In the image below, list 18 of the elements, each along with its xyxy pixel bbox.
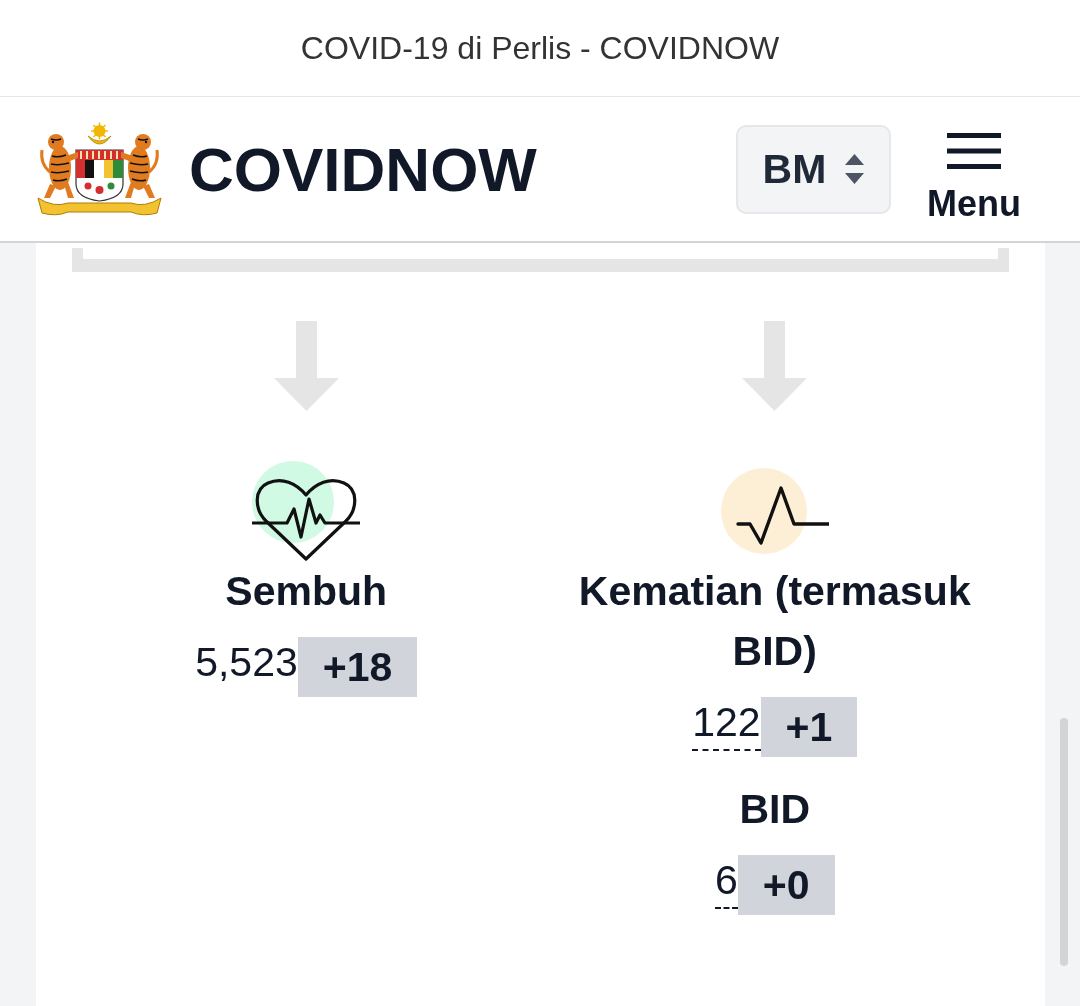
menu-button[interactable]: Menu [927,132,1021,222]
page-title: COVID-19 di Perlis - COVIDNOW [300,29,780,67]
sort-caret-icon [845,154,865,184]
heartbeat-icon [252,461,361,561]
daily-change-badge: +0 [737,855,835,915]
language-select[interactable]: BM [736,124,891,214]
stat-label: Kematian (termasuk BID) [577,567,972,676]
coat-of-arms-icon[interactable] [36,121,163,217]
stat-value: 5,523 [195,638,298,688]
down-arrow-icon [273,321,339,411]
stat-label: BID [739,785,811,834]
daily-change-badge: +1 [760,697,858,757]
brand-name[interactable]: COVIDNOW [189,133,537,205]
stat-label: Sembuh [225,567,388,616]
pulse-icon [720,468,829,554]
daily-change-badge: +18 [297,637,418,697]
menu-icon [947,132,1001,169]
down-arrow-icon [742,321,808,411]
